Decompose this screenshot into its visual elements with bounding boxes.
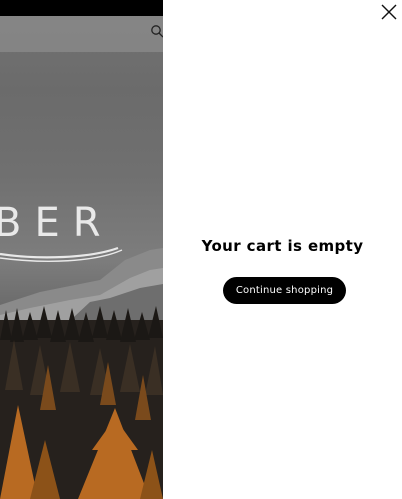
announcement-bar bbox=[0, 0, 163, 16]
continue-shopping-button[interactable]: Continue shopping bbox=[223, 277, 346, 304]
site-header bbox=[0, 16, 163, 52]
logo-swoosh bbox=[0, 246, 123, 262]
forest-illustration bbox=[0, 306, 163, 499]
cart-empty-message: Your cart is empty bbox=[201, 237, 364, 255]
search-icon[interactable] bbox=[150, 24, 163, 38]
cart-drawer: Your cart is empty Continue shopping bbox=[163, 0, 402, 499]
close-icon[interactable] bbox=[380, 3, 398, 21]
store-background: BER bbox=[0, 0, 163, 499]
